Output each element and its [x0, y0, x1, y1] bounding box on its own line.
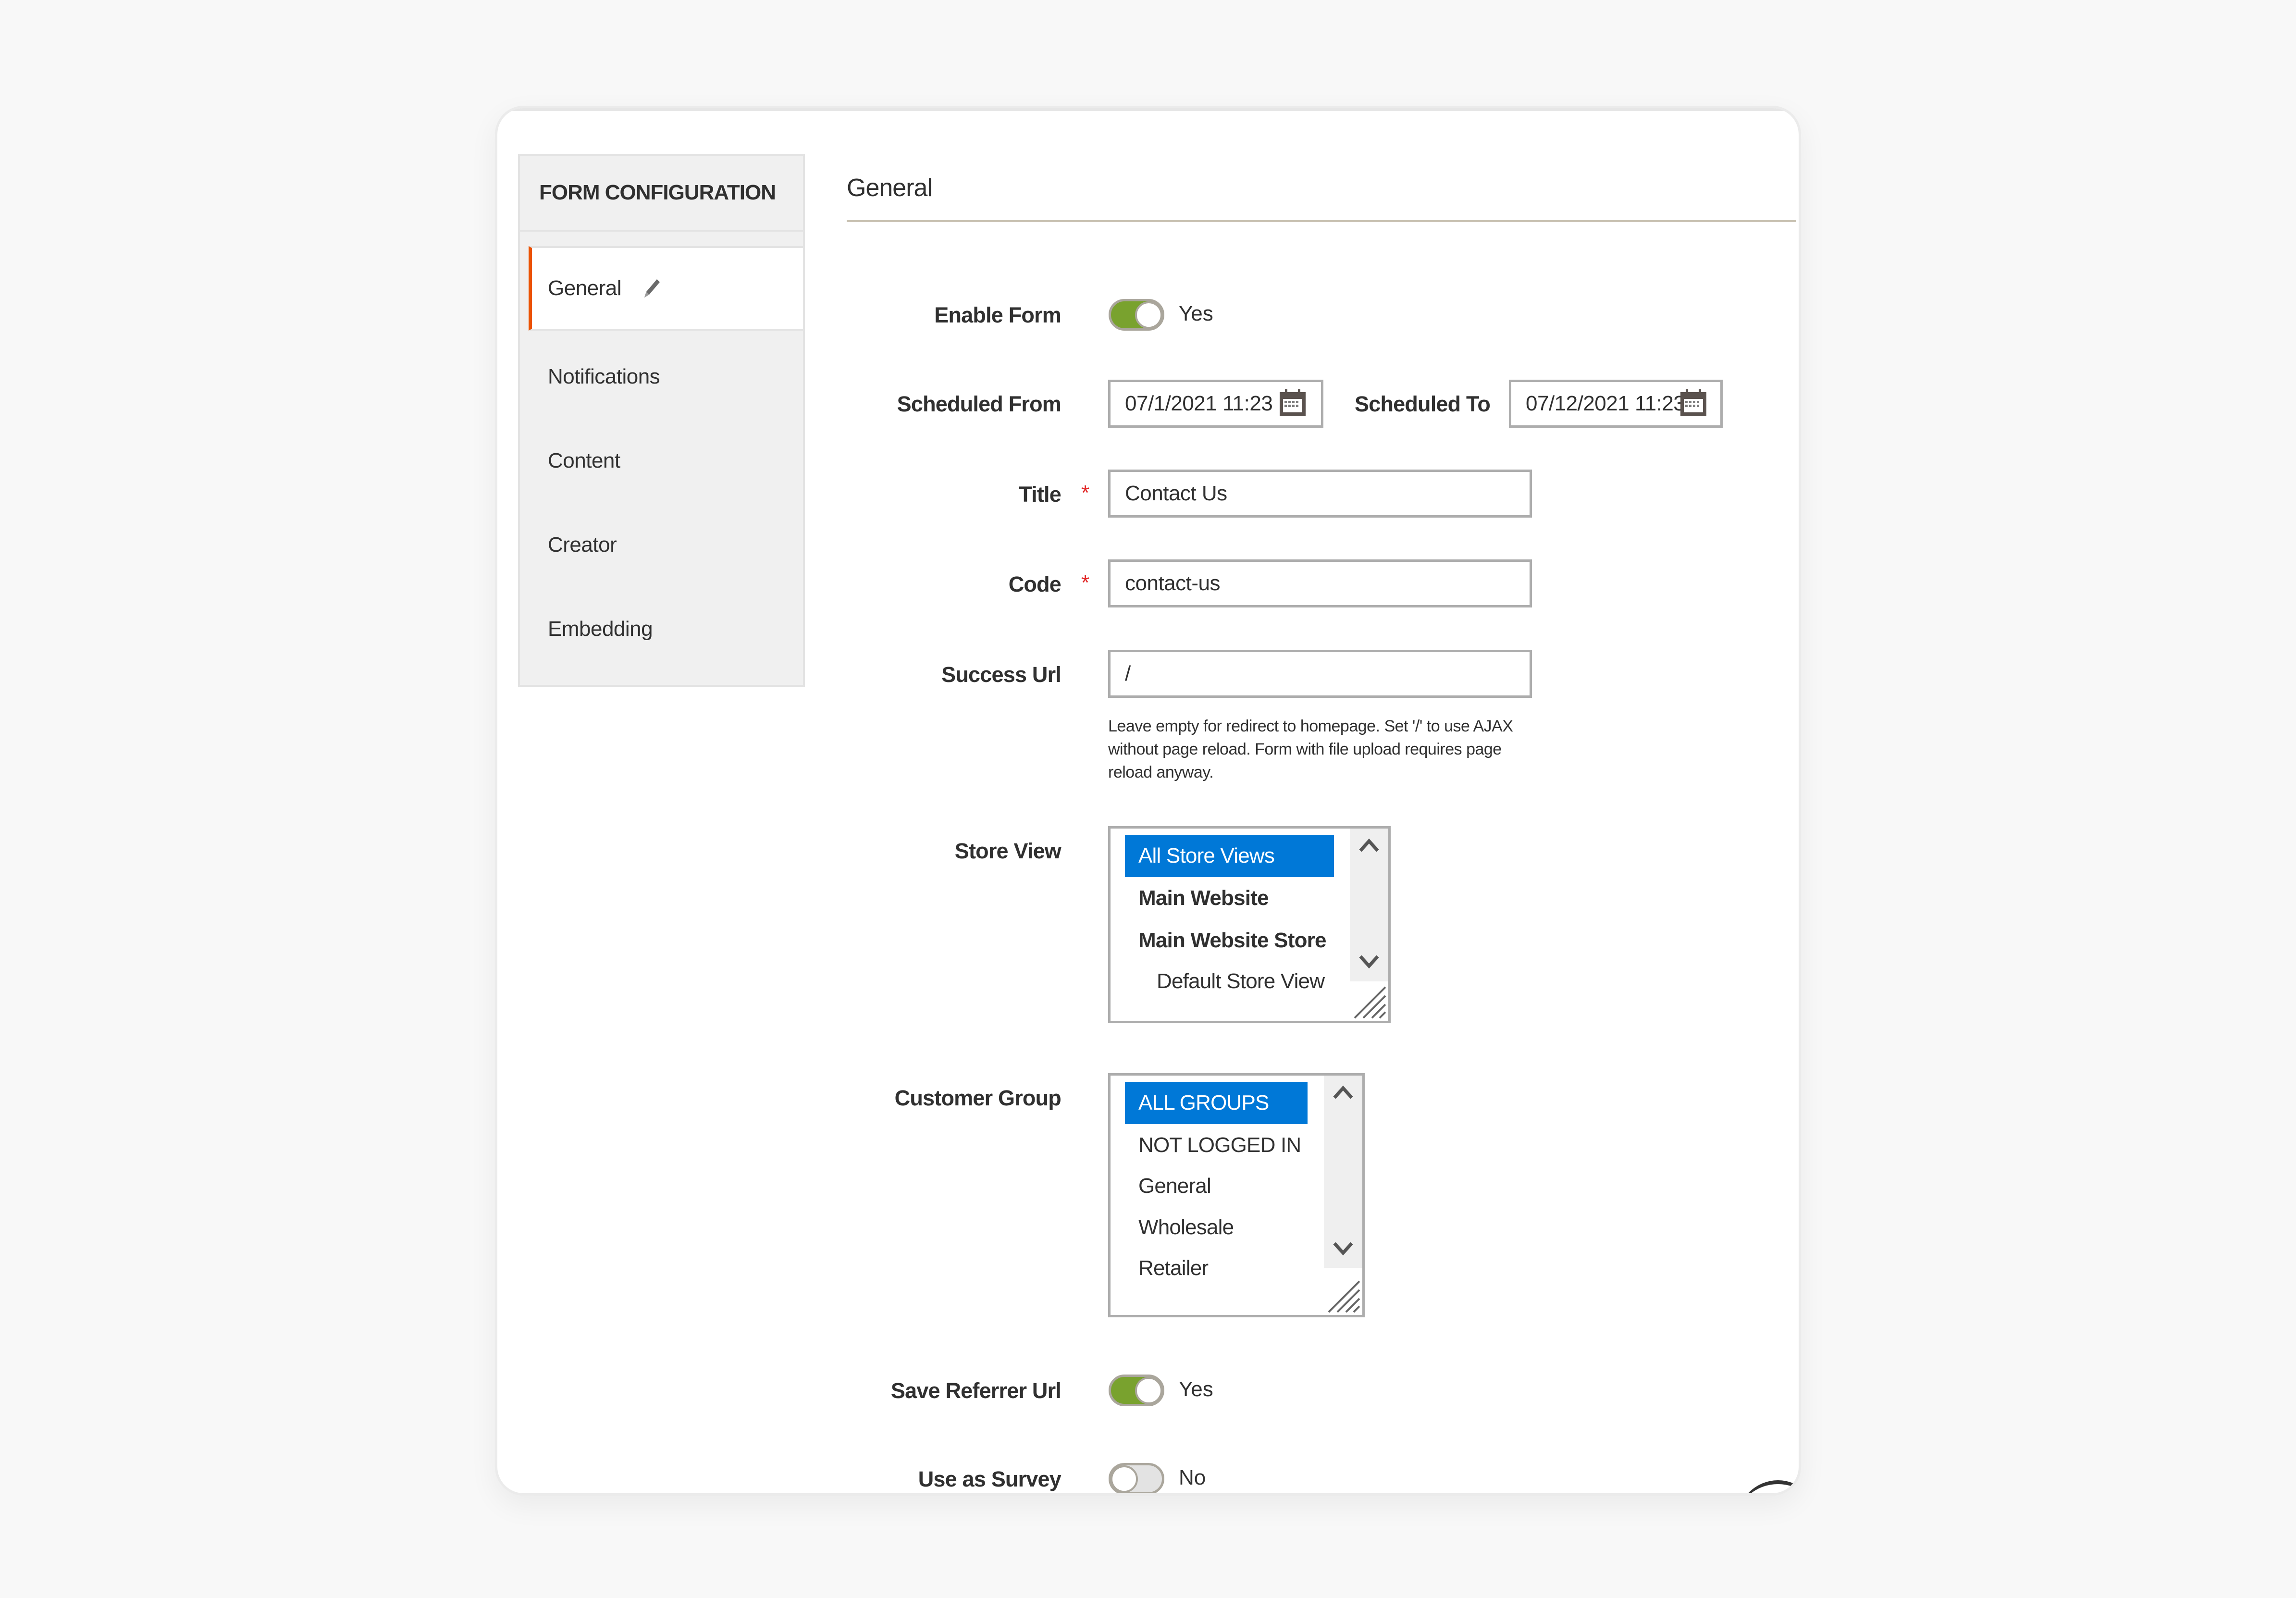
save-referrer-url-label: Save Referrer Url — [890, 1378, 1062, 1403]
title-label: Title — [1019, 482, 1062, 507]
save-referrer-url-state: Yes — [1179, 1377, 1213, 1401]
store-view-scrollbar[interactable] — [1350, 829, 1388, 981]
floating-action-button[interactable] — [1737, 1480, 1799, 1493]
scheduled-from-value: 07/1/2021 11:23 — [1125, 392, 1273, 415]
code-input[interactable]: contact-us — [1108, 559, 1532, 607]
sidebar-item-label: Notifications — [548, 364, 660, 388]
scheduled-from-label: Scheduled From — [897, 392, 1062, 416]
scheduled-to-label: Scheduled To — [1355, 392, 1491, 416]
sidebar-header: FORM CONFIGURATION — [520, 156, 803, 232]
customer-group-listbox[interactable]: ALL GROUPS NOT LOGGED IN General Wholesa… — [1108, 1073, 1365, 1317]
section-title: General — [847, 174, 933, 202]
scheduled-to-value: 07/12/2021 11:23 — [1526, 392, 1685, 415]
store-view-option[interactable]: All Store Views — [1125, 835, 1334, 877]
enable-form-label: Enable Form — [934, 303, 1062, 327]
section-divider — [847, 220, 1796, 222]
required-asterisk: * — [1081, 571, 1090, 595]
card-top-border — [497, 108, 1799, 111]
customer-group-option[interactable]: General — [1125, 1165, 1211, 1207]
customer-group-option[interactable]: NOT LOGGED IN — [1125, 1124, 1301, 1166]
sidebar-item-creator[interactable]: Creator — [520, 503, 803, 587]
sidebar-item-content[interactable]: Content — [520, 419, 803, 503]
sidebar: FORM CONFIGURATION General Notifications… — [518, 154, 805, 687]
title-value: Contact Us — [1125, 482, 1227, 505]
calendar-icon[interactable] — [1679, 388, 1708, 417]
sidebar-item-label: General — [548, 276, 622, 300]
store-view-option[interactable]: Main Website Store — [1125, 919, 1326, 962]
resize-grip-icon[interactable] — [1327, 1279, 1360, 1313]
store-view-option[interactable]: Main Website — [1125, 877, 1269, 919]
customer-group-option[interactable]: ALL GROUPS — [1125, 1082, 1308, 1124]
sidebar-item-label: Content — [548, 448, 620, 472]
store-view-option[interactable]: Default Store View — [1125, 960, 1325, 1003]
pencil-icon — [642, 277, 662, 299]
store-view-label: Store View — [954, 839, 1062, 863]
scroll-up-arrow-icon[interactable] — [1358, 838, 1380, 853]
customer-group-option[interactable]: Retailer — [1125, 1247, 1209, 1289]
toggle-knob — [1135, 1377, 1162, 1404]
use-as-survey-toggle[interactable] — [1109, 1463, 1164, 1493]
enable-form-state: Yes — [1179, 302, 1213, 325]
sidebar-item-label: Embedding — [548, 617, 653, 641]
enable-form-toggle[interactable] — [1109, 299, 1164, 331]
sidebar-item-general[interactable]: General — [529, 246, 803, 331]
scroll-up-arrow-icon[interactable] — [1333, 1085, 1354, 1100]
toggle-knob — [1111, 1465, 1138, 1493]
use-as-survey-state: No — [1179, 1466, 1206, 1489]
success-url-label: Success Url — [941, 662, 1062, 687]
toggle-knob — [1135, 301, 1162, 329]
save-referrer-url-toggle[interactable] — [1109, 1375, 1164, 1406]
scroll-down-arrow-icon[interactable] — [1358, 954, 1380, 969]
form-configuration-card: FORM CONFIGURATION General Notifications… — [495, 106, 1801, 1496]
customer-group-label: Customer Group — [894, 1086, 1062, 1110]
calendar-icon[interactable] — [1278, 388, 1307, 417]
code-label: Code — [1008, 572, 1062, 596]
scroll-down-arrow-icon[interactable] — [1333, 1241, 1354, 1256]
store-view-listbox[interactable]: All Store Views Main Website Main Websit… — [1108, 826, 1391, 1023]
success-url-input[interactable]: / — [1108, 650, 1532, 698]
customer-group-option[interactable]: Wholesale — [1125, 1206, 1234, 1249]
success-url-help-text: Leave empty for redirect to homepage. Se… — [1108, 717, 1513, 781]
use-as-survey-label: Use as Survey — [918, 1467, 1062, 1491]
sidebar-item-label: Creator — [548, 533, 617, 557]
code-value: contact-us — [1125, 571, 1220, 595]
resize-grip-icon[interactable] — [1353, 985, 1386, 1019]
success-url-value: / — [1125, 662, 1131, 685]
sidebar-item-notifications[interactable]: Notifications — [520, 334, 803, 419]
customer-group-scrollbar[interactable] — [1324, 1076, 1362, 1268]
sidebar-item-embedding[interactable]: Embedding — [520, 587, 803, 671]
title-input[interactable]: Contact Us — [1108, 470, 1532, 518]
required-asterisk: * — [1081, 481, 1090, 505]
